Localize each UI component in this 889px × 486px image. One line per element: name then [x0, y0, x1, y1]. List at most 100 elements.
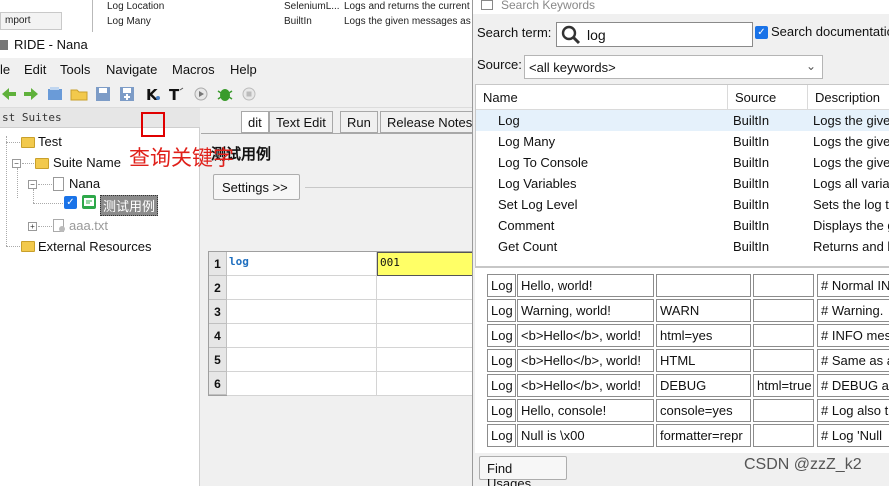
grid-cell[interactable]: [227, 348, 377, 372]
tree-node-aaa-txt[interactable]: aaa.txt: [69, 218, 108, 233]
tree-node-test[interactable]: Test: [38, 134, 62, 149]
source-select[interactable]: <all keywords> ⌄: [524, 55, 823, 79]
save-icon[interactable]: [94, 85, 112, 103]
tab-edit[interactable]: dit: [241, 111, 269, 133]
search-keywords-dialog: Search Keywords Search term: log ✓ Searc…: [472, 0, 889, 486]
doc-cell: formatter=repr: [656, 424, 751, 447]
search-icon: [561, 25, 581, 45]
run-icon[interactable]: [192, 85, 210, 103]
menu-help[interactable]: Help: [230, 62, 257, 77]
doc-cell: Hello, console!: [517, 399, 654, 422]
grid-cell[interactable]: [377, 324, 481, 348]
checkbox-checked-icon[interactable]: ✓: [64, 196, 77, 209]
keyword-row[interactable]: Comment BuiltIn Displays the g: [476, 215, 889, 236]
column-header-description[interactable]: Description: [808, 85, 889, 110]
app-icon: [0, 40, 8, 50]
keyword-grid: 1 2 3 4 5 6 log 001: [208, 251, 481, 396]
tab-release-notes[interactable]: Release Notes: [380, 111, 480, 133]
stop-icon[interactable]: [240, 85, 258, 103]
doc-cell: # INFO mes: [817, 324, 889, 347]
tree-node-suite-name[interactable]: Suite Name: [53, 155, 121, 170]
keyword-row[interactable]: Get Count BuiltIn Returns and l: [476, 236, 889, 257]
doc-cell: <b>Hello</b>, world!: [517, 349, 654, 372]
background-row: Log Location SeleniumL... Logs and retur…: [100, 1, 475, 16]
search-term-label: Search term:: [477, 25, 552, 40]
collapse-icon[interactable]: −: [12, 159, 21, 168]
keyword-source: BuiltIn: [733, 239, 770, 254]
tab-release-notes-label: Release Notes: [387, 115, 473, 130]
grid-cell[interactable]: [227, 300, 377, 324]
background-tab[interactable]: mport: [0, 12, 62, 30]
tab-run[interactable]: Run: [340, 111, 378, 133]
ride-window: RIDE - Nana le Edit Tools Navigate Macro…: [0, 32, 481, 486]
keyword-row[interactable]: Log Many BuiltIn Logs the give: [476, 131, 889, 152]
settings-button[interactable]: Settings >>: [213, 174, 300, 200]
debug-bug-icon[interactable]: [216, 85, 234, 103]
back-arrow-icon[interactable]: [0, 85, 18, 103]
keyword-documentation: Log Hello, world! # Normal IN Log Warnin…: [475, 267, 889, 453]
menu-bar: le Edit Tools Navigate Macros Help: [0, 58, 480, 80]
tab-text-edit-label: Text Edit: [276, 115, 326, 130]
keyword-description: Sets the log t: [813, 197, 889, 212]
grid-cell[interactable]: [377, 276, 481, 300]
doc-cell: <b>Hello</b>, world!: [517, 374, 654, 397]
column-header-name[interactable]: Name: [476, 85, 728, 110]
keyword-name: Log Variables: [498, 176, 577, 191]
grid-cell[interactable]: [227, 276, 377, 300]
collapse-icon[interactable]: −: [28, 180, 37, 189]
grid-cell[interactable]: [227, 372, 377, 396]
grid-cell-keyword[interactable]: log: [227, 252, 377, 276]
search-keywords-icon[interactable]: K: [144, 85, 162, 103]
expand-icon[interactable]: +: [28, 222, 37, 231]
ride-titlebar: RIDE - Nana: [0, 32, 480, 58]
tree-connector: [6, 246, 20, 247]
background-divider: [92, 0, 93, 32]
keyword-name: Log: [498, 113, 520, 128]
dialog-window-icon: [481, 0, 493, 10]
grid-cell[interactable]: [377, 348, 481, 372]
doc-cell: Log: [487, 424, 516, 447]
grid-cell[interactable]: [377, 300, 481, 324]
tree-node-testcase[interactable]: 测试用例: [100, 195, 159, 216]
keyword-row[interactable]: Set Log Level BuiltIn Sets the log t: [476, 194, 889, 215]
keyword-source: BuiltIn: [733, 176, 770, 191]
tree-node-nana[interactable]: Nana: [69, 176, 100, 191]
doc-cell: Log: [487, 274, 516, 297]
save-all-icon[interactable]: [118, 85, 136, 103]
menu-navigate[interactable]: Navigate: [106, 62, 157, 77]
doc-cell: # Normal IN: [817, 274, 889, 297]
keyword-row[interactable]: Log To Console BuiltIn Logs the give: [476, 152, 889, 173]
doc-cell: WARN: [656, 299, 751, 322]
forward-arrow-icon[interactable]: [22, 85, 40, 103]
row-number: 3: [209, 300, 227, 324]
keyword-row[interactable]: Log BuiltIn Logs the give: [476, 110, 889, 131]
open-folder-icon[interactable]: [70, 85, 88, 103]
search-documentation-checkbox[interactable]: ✓: [755, 26, 768, 39]
doc-cell: Log: [487, 399, 516, 422]
tab-edit-label: dit: [248, 115, 262, 130]
doc-cell: Log: [487, 324, 516, 347]
keyword-source: BuiltIn: [733, 155, 770, 170]
tree-node-external-resources[interactable]: External Resources: [38, 239, 151, 254]
grid-cell[interactable]: [227, 324, 377, 348]
tab-text-edit[interactable]: Text Edit: [269, 111, 333, 133]
menu-file[interactable]: le: [0, 62, 10, 77]
menu-macros[interactable]: Macros: [172, 62, 215, 77]
column-header-source[interactable]: Source: [728, 85, 808, 110]
doc-cell: # Same as a: [817, 349, 889, 372]
grid-cell[interactable]: [377, 372, 481, 396]
new-project-icon[interactable]: [46, 85, 64, 103]
menu-tools[interactable]: Tools: [60, 62, 90, 77]
keyword-source: BuiltIn: [733, 197, 770, 212]
background-window: mport Log Location SeleniumL... Logs and…: [0, 0, 480, 32]
find-usages-button[interactable]: Find Usages: [479, 456, 567, 486]
grid-cell-argument[interactable]: 001: [377, 252, 481, 276]
menu-edit[interactable]: Edit: [24, 62, 46, 77]
doc-cell: # Log also t: [817, 399, 889, 422]
keyword-source: BuiltIn: [733, 218, 770, 233]
dialog-titlebar: Search Keywords: [473, 0, 889, 14]
search-tests-icon[interactable]: T: [168, 85, 186, 103]
keyword-row[interactable]: Log Variables BuiltIn Logs all varia: [476, 173, 889, 194]
keyword-list: Name Source Description Log BuiltIn Logs…: [475, 84, 889, 267]
search-term-input[interactable]: log: [556, 22, 753, 47]
